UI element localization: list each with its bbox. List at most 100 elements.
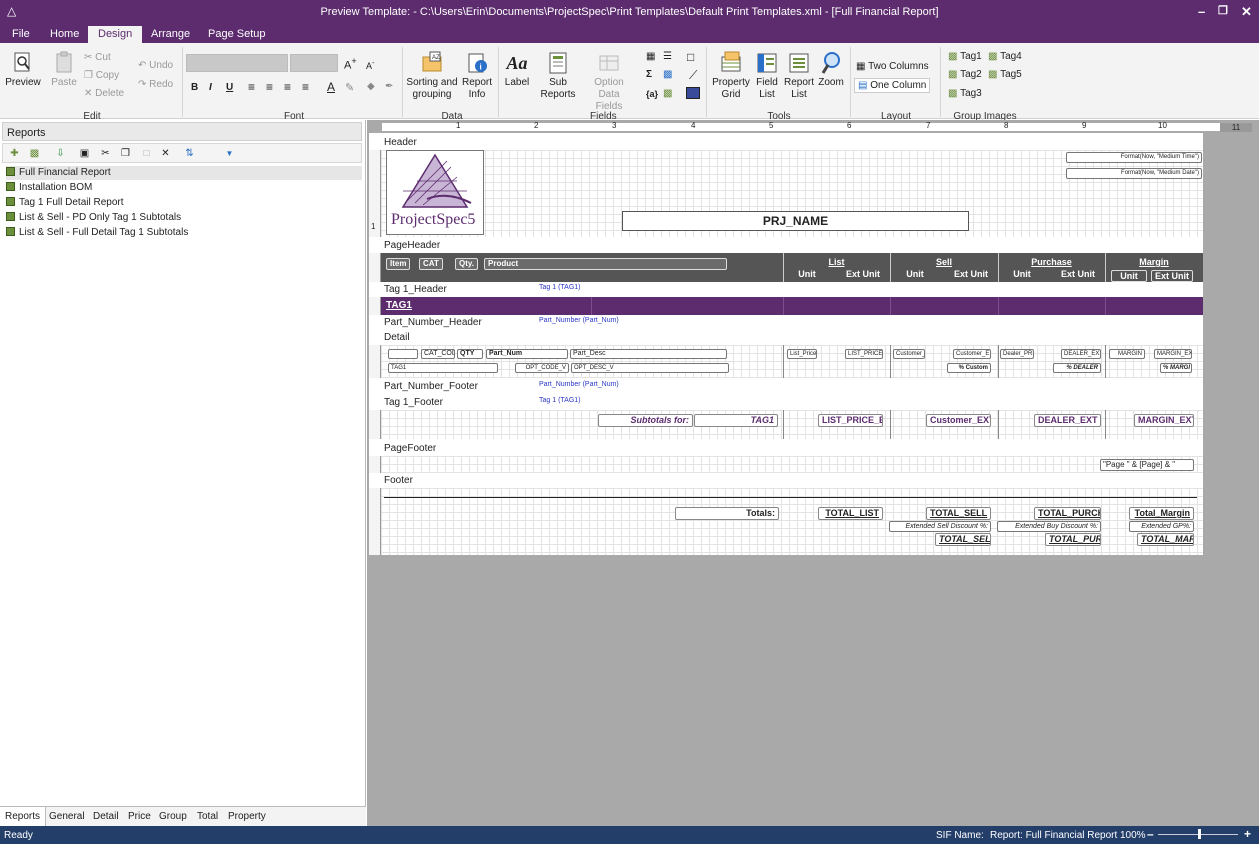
highlight-icon[interactable]: ✎	[345, 81, 354, 94]
ext-sell-discount-label[interactable]: Extended Sell Discount %:	[889, 521, 991, 532]
cat-code-field[interactable]: CAT_CODE	[421, 349, 455, 359]
total-purch-field[interactable]: TOTAL_PURCH	[1034, 507, 1101, 520]
cut-report-icon[interactable]: ✂	[100, 148, 111, 159]
redo-button[interactable]: ↷ Redo	[138, 79, 173, 90]
add-report-icon[interactable]: ▩	[29, 148, 40, 159]
product-column-header[interactable]: Product	[484, 258, 727, 270]
design-canvas[interactable]: 1 2 3 4 5 6 7 8 9 10 11 Header 1 Project…	[367, 120, 1259, 826]
sorting-grouping-button[interactable]: AZ Sorting and grouping	[406, 51, 458, 101]
dealer-pct-field[interactable]: % DEALER	[1053, 363, 1101, 373]
qty-column-header[interactable]: Qty.	[455, 258, 478, 270]
list-item[interactable]: List & Sell - PD Only Tag 1 Subtotals	[6, 211, 181, 225]
tag2-button[interactable]: ▩ Tag2	[948, 69, 982, 80]
field-list-button[interactable]: Field List	[752, 51, 782, 101]
copy-button[interactable]: ❐ Copy	[84, 70, 119, 81]
paste-report-icon[interactable]: □	[141, 148, 152, 159]
italic-icon[interactable]: I	[209, 82, 212, 93]
option-data-fields-button[interactable]: Option Data Fields	[584, 51, 634, 113]
tab-page-setup[interactable]: Page Setup	[208, 28, 266, 40]
total-mar-pct-field[interactable]: TOTAL_MAR	[1137, 533, 1194, 546]
report-list-button[interactable]: Report List	[784, 51, 814, 101]
totals-label-field[interactable]: Totals:	[675, 507, 779, 520]
dealer-subtotal-field[interactable]: DEALER_EXT	[1034, 414, 1101, 427]
list-price-subtotal-field[interactable]: LIST_PRICE_EX	[818, 414, 883, 427]
tab-home[interactable]: Home	[50, 28, 79, 40]
tag3-button[interactable]: ▩ Tag3	[948, 88, 982, 99]
list-item[interactable]: Tag 1 Full Detail Report	[6, 196, 124, 210]
customer-ext-field[interactable]: Customer_E	[953, 349, 991, 359]
tag1-button[interactable]: ▩ Tag1	[948, 51, 982, 62]
tag4-button[interactable]: ▩ Tag4	[988, 51, 1022, 62]
sum-icon[interactable]: Σ	[646, 69, 652, 80]
align-left-icon[interactable]: ≡	[248, 80, 255, 94]
list-price-field[interactable]: List_Price	[787, 349, 817, 359]
rectangle-icon[interactable]: □	[687, 50, 694, 64]
sub-reports-button[interactable]: Sub Reports	[540, 51, 576, 101]
total-sell-field[interactable]: TOTAL_SELL	[926, 507, 991, 520]
report-info-button[interactable]: i Report Info	[460, 51, 494, 101]
customer-subtotal-field[interactable]: Customer_EXT	[926, 414, 991, 427]
preview-button[interactable]: Preview	[4, 51, 42, 89]
delete-button[interactable]: ✕ Delete	[84, 88, 124, 99]
total-pur-pct-field[interactable]: TOTAL_PUR	[1045, 533, 1101, 546]
tab-general[interactable]: General	[49, 811, 85, 822]
tab-total[interactable]: Total	[197, 811, 218, 822]
shrink-font-icon[interactable]: A-	[366, 58, 375, 71]
total-margin-field[interactable]: Total_Margin	[1129, 507, 1194, 520]
tab-design[interactable]: Design	[88, 26, 143, 43]
project-name-field[interactable]: PRJ_NAME	[622, 211, 969, 231]
ext-gp-label[interactable]: Extended GP%:	[1129, 521, 1194, 532]
opt-desc-field[interactable]: OPT_DESC_V	[571, 363, 729, 373]
tab-file[interactable]: File	[12, 28, 30, 40]
picture-icon[interactable]: ▩	[663, 69, 672, 80]
underline-icon[interactable]: U	[226, 82, 233, 93]
page-footer-band-area[interactable]	[381, 456, 1203, 473]
import-icon[interactable]: ⇩	[55, 148, 66, 159]
clear-format-icon[interactable]: ✒	[385, 81, 393, 92]
list-price-ext-field[interactable]: LIST_PRICE_	[845, 349, 883, 359]
list-item[interactable]: List & Sell - Full Detail Tag 1 Subtotal…	[6, 226, 188, 240]
total-list-field[interactable]: TOTAL_LIST	[818, 507, 883, 520]
undo-button[interactable]: ↶ Undo	[138, 60, 173, 71]
date-field[interactable]: Format(Now, "Medium Date")	[1066, 168, 1202, 179]
save-icon[interactable]: ▣	[79, 148, 90, 159]
zoom-out-icon[interactable]: –	[1147, 827, 1154, 841]
logo-image[interactable]: ProjectSpec5	[386, 150, 484, 235]
margin-pct-field[interactable]: % MARGI	[1160, 363, 1192, 373]
fill-color-icon[interactable]: ◆	[367, 81, 375, 92]
page-number-field[interactable]: "Page " & [Page] & "	[1100, 459, 1194, 471]
copy-report-icon[interactable]: ❐	[120, 148, 131, 159]
zoom-slider-thumb[interactable]	[1198, 829, 1201, 839]
tag-header-band[interactable]	[381, 297, 1203, 315]
zoom-in-icon[interactable]: +	[1244, 827, 1251, 841]
formula-icon[interactable]: {a}	[646, 89, 658, 99]
one-column-button[interactable]: ▤ One Column	[854, 78, 931, 93]
tab-property[interactable]: Property	[228, 811, 266, 822]
item-column-header[interactable]: Item	[386, 258, 411, 270]
tag1-field[interactable]: TAG1	[386, 300, 412, 311]
tab-arrange[interactable]: Arrange	[151, 28, 190, 40]
margin-subtotal-field[interactable]: MARGIN_EXT	[1134, 414, 1194, 427]
color-box-icon[interactable]	[686, 87, 700, 99]
new-report-icon[interactable]: ✚	[9, 148, 20, 159]
margin-ext-field[interactable]: MARGIN_EX	[1154, 349, 1192, 359]
customer-field[interactable]: Customer_	[893, 349, 925, 359]
tab-detail[interactable]: Detail	[93, 811, 119, 822]
align-right-icon[interactable]: ≡	[284, 80, 291, 94]
time-field[interactable]: Format(Now, "Medium Time")	[1066, 152, 1202, 163]
font-color-icon[interactable]: A	[327, 80, 335, 94]
tab-price[interactable]: Price	[128, 811, 151, 822]
dropdown-icon[interactable]: ▼	[224, 148, 235, 159]
cut-button[interactable]: ✂ Cut	[84, 52, 111, 63]
grow-font-icon[interactable]: A+	[344, 56, 357, 72]
dealer-price-field[interactable]: Dealer_PRI	[1000, 349, 1034, 359]
tab-reports[interactable]: Reports	[0, 807, 47, 826]
list-item[interactable]: Full Financial Report	[6, 166, 362, 180]
tag1-detail-field[interactable]: TAG1	[388, 363, 498, 373]
subtotals-label-field[interactable]: Subtotals for:	[598, 414, 693, 427]
property-grid-button[interactable]: Property Grid	[710, 51, 752, 101]
part-desc-field[interactable]: Part_Desc	[570, 349, 727, 359]
image-field-icon[interactable]: ▩	[663, 88, 672, 99]
part-num-field[interactable]: Part_Num	[486, 349, 568, 359]
sort-icon[interactable]: ⇅	[184, 148, 195, 159]
